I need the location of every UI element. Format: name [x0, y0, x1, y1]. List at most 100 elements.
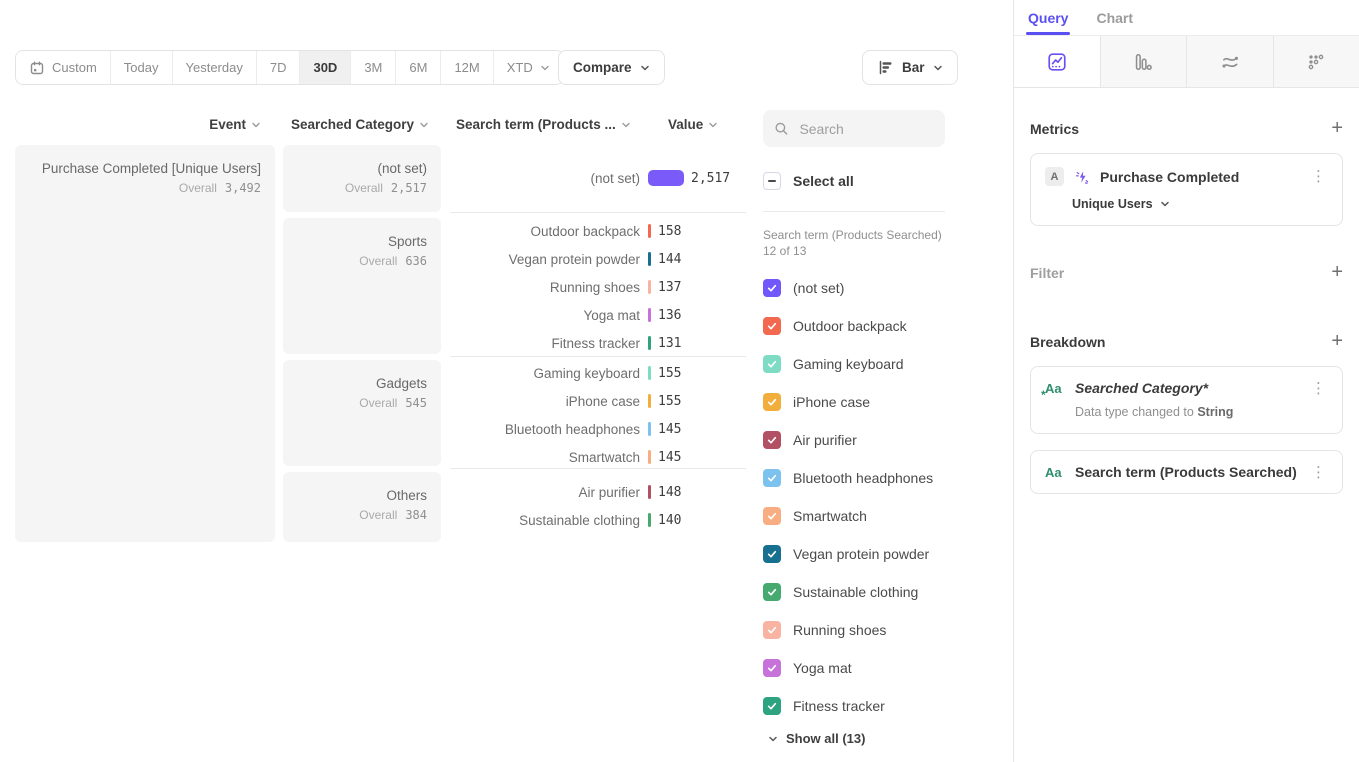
segment-checkbox[interactable]	[763, 393, 781, 411]
chevron-down-icon	[251, 120, 261, 130]
add-metric-button[interactable]: +	[1331, 120, 1343, 137]
date-range-6m[interactable]: 6M	[395, 51, 440, 84]
segment-item-outdoor-backpack[interactable]: Outdoor backpack	[763, 307, 1008, 345]
segment-checkbox[interactable]	[763, 279, 781, 297]
value-row-outdoor-backpack[interactable]: Outdoor backpack158	[450, 217, 746, 245]
segment-checkbox[interactable]	[763, 659, 781, 677]
select-all-checkbox[interactable]	[763, 172, 781, 190]
column-header-searched-category[interactable]: Searched Category	[283, 117, 429, 132]
segment-checkbox[interactable]	[763, 317, 781, 335]
show-all-link[interactable]: Show all (13)	[768, 731, 865, 746]
term-label: Bluetooth headphones	[450, 422, 640, 437]
segment-label: Running shoes	[793, 622, 886, 638]
date-range-label: 12M	[454, 60, 479, 75]
value-row-smartwatch[interactable]: Smartwatch145	[450, 443, 746, 471]
add-breakdown-button[interactable]: +	[1331, 333, 1343, 350]
segment-item-iphone-case[interactable]: iPhone case	[763, 383, 1008, 421]
value-row-yoga-mat[interactable]: Yoga mat136	[450, 301, 746, 329]
query-builder: Metrics + A Purchase Completed ⋮ Unique …	[1014, 88, 1359, 494]
category-name: Sports	[283, 234, 427, 249]
value-row-gaming-keyboard[interactable]: Gaming keyboard155	[450, 359, 746, 387]
segment-item-air-purifier[interactable]: Air purifier	[763, 421, 1008, 459]
value-bar	[648, 280, 651, 294]
segment-checkbox[interactable]	[763, 621, 781, 639]
segment-checkbox[interactable]	[763, 355, 781, 373]
value-number: 155	[658, 394, 681, 409]
segment-item--not-set-[interactable]: (not set)	[763, 269, 1008, 307]
category-cell-sports[interactable]: SportsOverall636	[283, 218, 441, 354]
breakdown-kebab-menu[interactable]: ⋮	[1309, 465, 1328, 480]
date-range-7d[interactable]: 7D	[256, 51, 300, 84]
date-range-today[interactable]: Today	[110, 51, 172, 84]
chart-type-button[interactable]: Bar	[862, 50, 958, 85]
report-tab-funnels[interactable]	[1101, 36, 1188, 87]
value-row-bluetooth-headphones[interactable]: Bluetooth headphones145	[450, 415, 746, 443]
category-cell--not-set-[interactable]: (not set)Overall2,517	[283, 145, 441, 212]
metric-aggregation[interactable]: Unique Users	[1072, 197, 1328, 211]
segment-search-box[interactable]	[763, 110, 945, 147]
segment-item-running-shoes[interactable]: Running shoes	[763, 611, 1008, 649]
event-cell[interactable]: Purchase Completed [Unique Users] Overal…	[15, 145, 275, 542]
date-range-custom[interactable]: Custom	[16, 51, 110, 84]
overall-value: 545	[405, 396, 427, 410]
add-filter-button[interactable]: +	[1331, 264, 1343, 281]
search-input[interactable]	[797, 120, 934, 138]
value-bar	[648, 394, 651, 408]
date-range-30d[interactable]: 30D	[299, 51, 350, 84]
date-range-yesterday[interactable]: Yesterday	[172, 51, 256, 84]
segment-item-sustainable-clothing[interactable]: Sustainable clothing	[763, 573, 1008, 611]
column-header-search-term[interactable]: Search term (Products ...	[456, 117, 656, 132]
chevron-down-icon	[933, 63, 943, 73]
segment-checkbox[interactable]	[763, 545, 781, 563]
report-tab-insights[interactable]	[1014, 36, 1101, 87]
value-row--not-set-[interactable]: (not set)2,517	[450, 164, 746, 192]
value-row-sustainable-clothing[interactable]: Sustainable clothing140	[450, 506, 746, 534]
segment-checkbox[interactable]	[763, 697, 781, 715]
breakdown-card-search-term[interactable]: Aa Search term (Products Searched) ⋮	[1030, 450, 1343, 494]
event-zap-icon	[1073, 168, 1091, 186]
term-label: Vegan protein powder	[450, 252, 640, 267]
segment-checkbox[interactable]	[763, 507, 781, 525]
category-cell-gadgets[interactable]: GadgetsOverall545	[283, 360, 441, 466]
value-row-fitness-tracker[interactable]: Fitness tracker131	[450, 329, 746, 357]
segment-checkbox-list: (not set)Outdoor backpack Gaming keyboard…	[763, 269, 1008, 725]
segment-label: Gaming keyboard	[793, 356, 904, 372]
chevron-down-icon	[1160, 199, 1170, 209]
tab-query[interactable]: Query	[1028, 0, 1068, 35]
query-sidebar: Query Chart Metrics + A Purchase Complet…	[1013, 0, 1359, 762]
segment-item-vegan-protein-powder[interactable]: Vegan protein powder	[763, 535, 1008, 573]
compare-button[interactable]: Compare	[558, 50, 665, 85]
select-all-row[interactable]: Select all	[763, 172, 854, 190]
category-cell-others[interactable]: OthersOverall384	[283, 472, 441, 542]
metric-card[interactable]: A Purchase Completed ⋮ Unique Users	[1030, 153, 1343, 226]
check-icon	[766, 700, 778, 712]
value-number: 140	[658, 513, 681, 528]
date-range-3m[interactable]: 3M	[350, 51, 395, 84]
date-range-xtd[interactable]: XTD	[493, 51, 563, 84]
date-range-12m[interactable]: 12M	[440, 51, 492, 84]
compare-label: Compare	[573, 60, 632, 75]
segment-item-fitness-tracker[interactable]: Fitness tracker	[763, 687, 1008, 725]
segment-checkbox[interactable]	[763, 583, 781, 601]
value-row-running-shoes[interactable]: Running shoes137	[450, 273, 746, 301]
value-number: 145	[658, 450, 681, 465]
breakdown-kebab-menu[interactable]: ⋮	[1309, 381, 1328, 396]
breakdown-card-searched-category[interactable]: Aa* Searched Category* ⋮ Data type chang…	[1030, 366, 1343, 434]
report-tab-flows[interactable]	[1187, 36, 1274, 87]
metric-kebab-menu[interactable]: ⋮	[1309, 169, 1328, 184]
segment-checkbox[interactable]	[763, 431, 781, 449]
segment-checkbox[interactable]	[763, 469, 781, 487]
column-header-event[interactable]: Event	[15, 117, 261, 132]
segment-item-gaming-keyboard[interactable]: Gaming keyboard	[763, 345, 1008, 383]
value-row-iphone-case[interactable]: iPhone case155	[450, 387, 746, 415]
value-row-vegan-protein-powder[interactable]: Vegan protein powder144	[450, 245, 746, 273]
segment-item-bluetooth-headphones[interactable]: Bluetooth headphones	[763, 459, 1008, 497]
sidebar-tabs: Query Chart	[1014, 0, 1359, 36]
column-header-value[interactable]: Value	[668, 117, 738, 132]
tab-chart[interactable]: Chart	[1096, 0, 1133, 35]
segment-item-smartwatch[interactable]: Smartwatch	[763, 497, 1008, 535]
segment-item-yoga-mat[interactable]: Yoga mat	[763, 649, 1008, 687]
report-tab-retention[interactable]	[1274, 36, 1359, 87]
value-row-air-purifier[interactable]: Air purifier148	[450, 478, 746, 506]
insights-icon	[1047, 52, 1067, 72]
